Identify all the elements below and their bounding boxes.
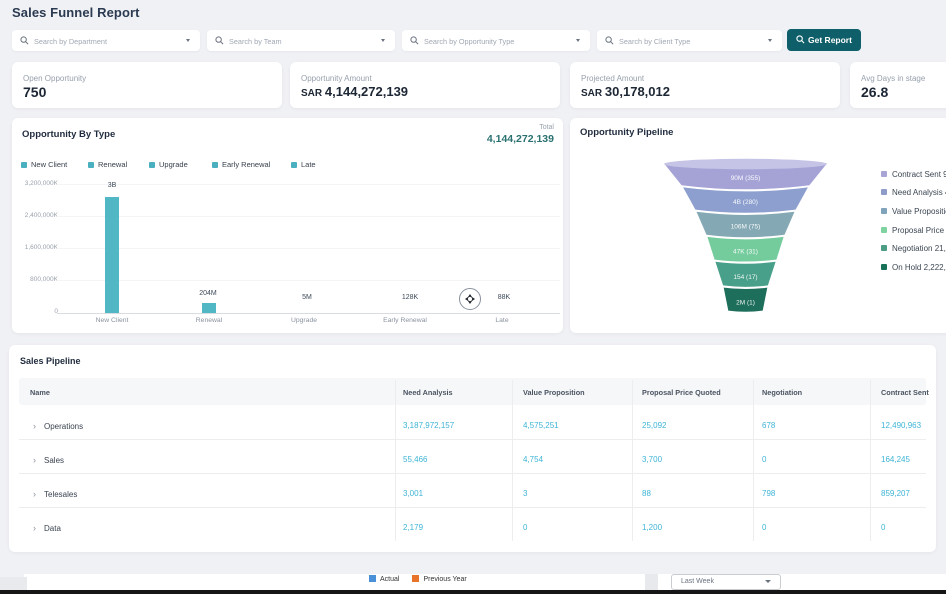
svg-text:2M (1): 2M (1): [736, 300, 755, 307]
svg-text:4B (280): 4B (280): [733, 199, 758, 206]
svg-text:90M (355): 90M (355): [731, 175, 761, 182]
svg-text:106M (75): 106M (75): [731, 224, 761, 231]
svg-text:154 (17): 154 (17): [733, 274, 757, 281]
svg-text:47K (31): 47K (31): [733, 249, 758, 256]
